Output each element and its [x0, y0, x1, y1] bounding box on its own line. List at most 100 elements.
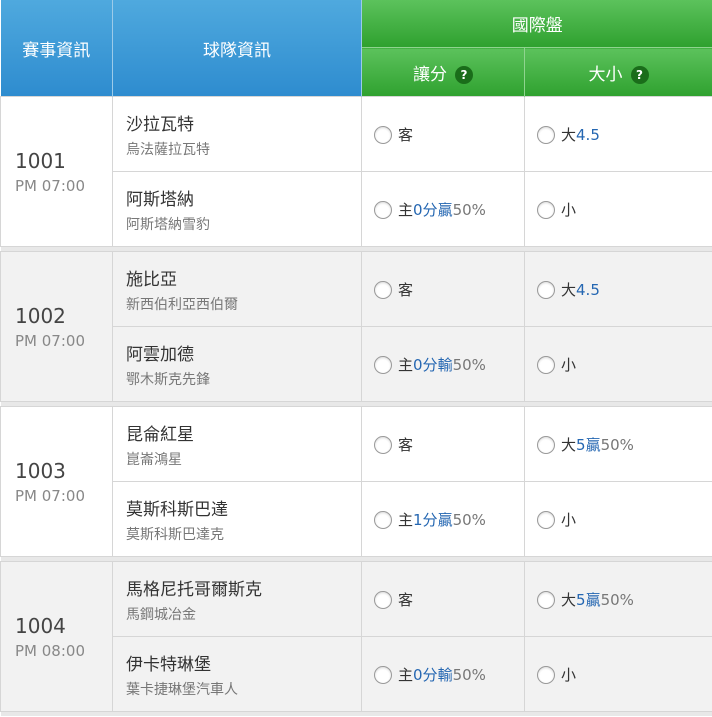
- ou-radio[interactable]: [537, 201, 555, 219]
- group-divider: [0, 711, 712, 716]
- handicap-option[interactable]: 客: [361, 96, 525, 172]
- bet-label: 大: [561, 590, 577, 609]
- overunder-option[interactable]: 大4.5: [524, 96, 712, 172]
- ou-radio[interactable]: [537, 511, 555, 529]
- team-subname: 莫斯科斯巴達克: [126, 526, 224, 543]
- overunder-option[interactable]: 大5贏50%: [524, 561, 712, 637]
- bet-value: 0分: [413, 665, 438, 684]
- team-name: 馬格尼托哥爾斯克: [126, 579, 262, 600]
- match-number: 1002: [15, 303, 66, 328]
- hcp-radio[interactable]: [374, 201, 392, 219]
- handicap-option[interactable]: 客: [361, 406, 525, 482]
- header-overunder-label: 大小: [588, 64, 623, 85]
- team-cell: 馬格尼托哥爾斯克 馬鋼城冶金: [112, 561, 362, 637]
- header-handicap: 讓分?: [361, 47, 525, 97]
- team-cell: 沙拉瓦特 烏法薩拉瓦特: [112, 96, 362, 172]
- overunder-option[interactable]: 小: [524, 481, 712, 557]
- bet-result: 輸: [437, 355, 453, 374]
- overunder-option[interactable]: 大4.5: [524, 251, 712, 327]
- team-name: 伊卡特琳堡: [126, 654, 211, 675]
- ou-radio[interactable]: [537, 436, 555, 454]
- ou-radio[interactable]: [537, 281, 555, 299]
- hcp-radio[interactable]: [374, 591, 392, 609]
- match-number: 1004: [15, 613, 66, 638]
- match-time: PM 08:00: [15, 641, 85, 660]
- overunder-option[interactable]: 小: [524, 171, 712, 247]
- odds-table: 賽事資訊 球隊資訊 國際盤 讓分? 大小? 1001 PM 07:00 沙拉瓦特…: [0, 0, 712, 716]
- bet-value: 4.5: [576, 125, 600, 144]
- bet-label: 客: [398, 280, 414, 299]
- table-row: 1002 PM 07:00 施比亞 新西伯利亞西伯爾 客 大4.5: [0, 251, 712, 402]
- team-cell: 阿斯塔納 阿斯塔納雪豹: [112, 171, 362, 247]
- hcp-radio[interactable]: [374, 281, 392, 299]
- table-row: 1004 PM 08:00 馬格尼托哥爾斯克 馬鋼城冶金 客 大5贏50%: [0, 561, 712, 712]
- handicap-option[interactable]: 客: [361, 251, 525, 327]
- team-name: 莫斯科斯巴達: [126, 499, 228, 520]
- bet-label: 大: [561, 435, 577, 454]
- bet-label: 主: [398, 200, 414, 219]
- ou-radio[interactable]: [537, 356, 555, 374]
- handicap-option[interactable]: 主0分贏50%: [361, 171, 525, 247]
- bet-percent: 50%: [600, 435, 634, 454]
- bet-label: 大: [561, 280, 577, 299]
- match-time: PM 07:00: [15, 331, 85, 350]
- handicap-option[interactable]: 主1分贏50%: [361, 481, 525, 557]
- team-name: 昆侖紅星: [126, 424, 194, 445]
- header-intl: 國際盤: [361, 0, 712, 48]
- hcp-radio[interactable]: [374, 511, 392, 529]
- team-name: 阿雲加德: [126, 344, 194, 365]
- hcp-radio[interactable]: [374, 356, 392, 374]
- bet-value: 5: [576, 435, 586, 454]
- ou-radio[interactable]: [537, 666, 555, 684]
- handicap-option[interactable]: 客: [361, 561, 525, 637]
- header-handicap-label: 讓分: [413, 64, 447, 85]
- header-match-info: 賽事資訊: [0, 0, 113, 97]
- team-subname: 鄂木斯克先鋒: [126, 371, 210, 388]
- team-name: 施比亞: [126, 269, 177, 290]
- overunder-option[interactable]: 小: [524, 636, 712, 712]
- header-overunder: 大小?: [524, 47, 712, 97]
- hcp-radio[interactable]: [374, 666, 392, 684]
- ou-radio[interactable]: [537, 126, 555, 144]
- bet-label: 小: [561, 355, 577, 374]
- team-subname: 葉卡捷琳堡汽車人: [126, 681, 238, 698]
- handicap-option[interactable]: 主0分輸50%: [361, 326, 525, 402]
- match-info-cell: 1001 PM 07:00: [0, 96, 113, 247]
- team-cell: 伊卡特琳堡 葉卡捷琳堡汽車人: [112, 636, 362, 712]
- team-subname: 阿斯塔納雪豹: [126, 216, 210, 233]
- team-cell: 莫斯科斯巴達 莫斯科斯巴達克: [112, 481, 362, 557]
- match-number: 1003: [15, 458, 66, 483]
- ou-radio[interactable]: [537, 591, 555, 609]
- help-icon[interactable]: ?: [630, 65, 649, 84]
- team-name: 阿斯塔納: [126, 189, 194, 210]
- match-time: PM 07:00: [15, 486, 85, 505]
- table-row: 1003 PM 07:00 昆侖紅星 崑崙鴻星 客 大5贏50%: [0, 406, 712, 557]
- bet-label: 客: [398, 435, 414, 454]
- bet-value: 4.5: [576, 280, 600, 299]
- bet-percent: 50%: [452, 200, 486, 219]
- bet-result: 贏: [585, 590, 601, 609]
- handicap-option[interactable]: 主0分輸50%: [361, 636, 525, 712]
- bet-value: 1分: [413, 510, 438, 529]
- header-team-info: 球隊資訊: [112, 0, 362, 97]
- hcp-radio[interactable]: [374, 126, 392, 144]
- team-subname: 新西伯利亞西伯爾: [126, 296, 238, 313]
- overunder-option[interactable]: 大5贏50%: [524, 406, 712, 482]
- overunder-option[interactable]: 小: [524, 326, 712, 402]
- hcp-radio[interactable]: [374, 436, 392, 454]
- bet-label: 小: [561, 200, 577, 219]
- help-icon[interactable]: ?: [455, 65, 473, 84]
- bet-label: 主: [398, 665, 414, 684]
- bet-label: 大: [561, 125, 577, 144]
- bet-result: 贏: [585, 435, 601, 454]
- match-time: PM 07:00: [15, 176, 85, 195]
- team-subname: 崑崙鴻星: [126, 451, 182, 468]
- table-row: 1001 PM 07:00 沙拉瓦特 烏法薩拉瓦特 客 大4.5: [0, 96, 712, 247]
- bet-result: 贏: [437, 200, 453, 219]
- match-info-cell: 1002 PM 07:00: [0, 251, 113, 402]
- bet-label: 客: [398, 125, 414, 144]
- bet-label: 主: [398, 355, 414, 374]
- match-info-cell: 1004 PM 08:00: [0, 561, 113, 712]
- bet-percent: 50%: [452, 510, 486, 529]
- bet-label: 主: [398, 510, 414, 529]
